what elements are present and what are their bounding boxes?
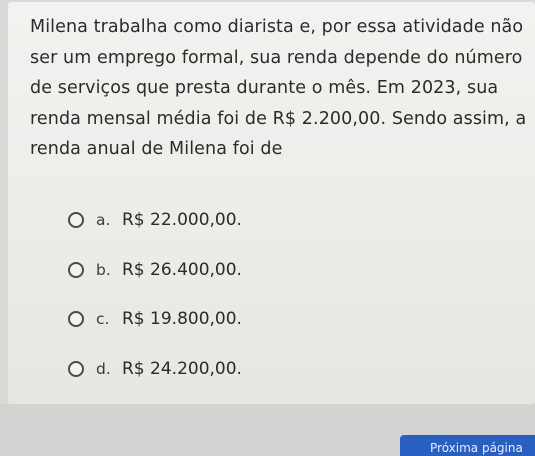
question-text: Milena trabalha como diarista e, por ess…	[30, 17, 527, 159]
radio-button-c[interactable]	[68, 311, 84, 327]
radio-button-d[interactable]	[68, 360, 84, 377]
option-letter: b.	[96, 260, 111, 279]
option-text: R$ 26.400,00.	[122, 259, 242, 280]
option-d[interactable]: d. R$ 24.200,00.	[68, 357, 468, 381]
option-letter: d.	[96, 359, 111, 378]
option-text: R$ 22.000,00.	[122, 210, 242, 230]
next-page-button[interactable]: Próxima página	[400, 435, 535, 456]
option-text: R$ 24.200,00.	[122, 358, 242, 379]
option-text: R$ 19.800,00.	[122, 309, 242, 329]
answer-options: a. R$ 22.000,00. b. R$ 26.400,00. c. R$ …	[68, 208, 468, 406]
option-letter: c.	[96, 310, 110, 328]
radio-button-a[interactable]	[68, 212, 84, 228]
option-c[interactable]: c. R$ 19.800,00.	[68, 307, 468, 331]
question-card: Milena trabalha como diarista e, por ess…	[8, 2, 535, 404]
option-letter: a.	[96, 211, 111, 229]
radio-button-b[interactable]	[68, 261, 84, 278]
option-a[interactable]: a. R$ 22.000,00.	[68, 208, 468, 232]
option-b[interactable]: b. R$ 26.400,00.	[68, 258, 468, 282]
